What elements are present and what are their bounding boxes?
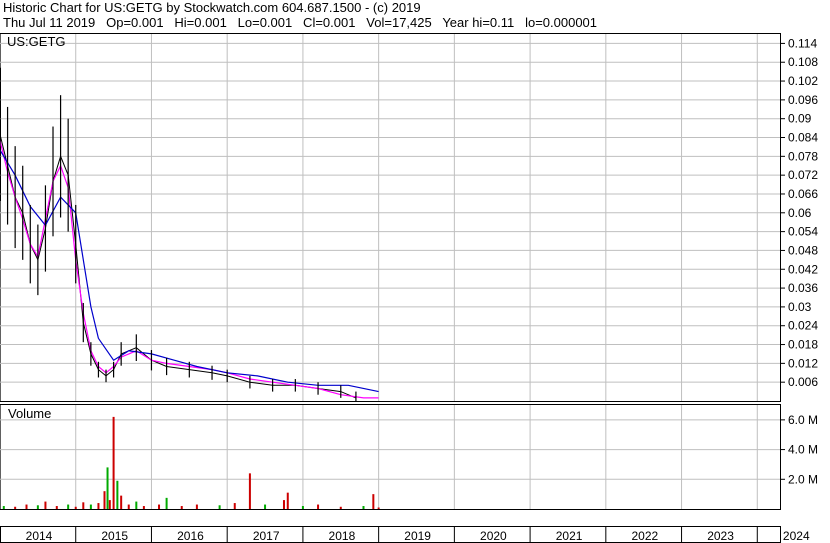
volume-bar (97, 503, 100, 509)
price-tick-label: 0.078 (788, 149, 818, 163)
volume-bar (264, 504, 267, 509)
price-panel-title: US:GETG (7, 34, 66, 49)
price-tick-label: 0.102 (788, 74, 818, 88)
volume-bar (106, 467, 109, 509)
volume-bar (44, 501, 47, 509)
volume-bar (55, 506, 58, 509)
volume-bar (377, 507, 380, 509)
price-axis: 0.114 0.108 0.102 0.096 0.09 0.084 0.078 0.072 0… (780, 36, 818, 389)
volume-bar (180, 506, 183, 509)
x-tick-label: 2018 (329, 529, 356, 543)
volume-bar (218, 505, 221, 509)
price-tick-label: 0.048 (788, 243, 818, 257)
price-tick-label: 0.114 (788, 36, 817, 50)
x-tick-label: 2020 (480, 529, 507, 543)
volume-bar (2, 506, 5, 509)
volume-bar (82, 502, 85, 509)
volume-bar (116, 480, 119, 509)
volume-bar (286, 492, 289, 509)
volume-bar (25, 504, 28, 509)
volume-bar (362, 506, 365, 509)
volume-bar (112, 416, 115, 509)
volume-bar (282, 500, 285, 509)
x-tick-label: 2019 (404, 529, 431, 543)
price-tick-label: 0.084 (788, 131, 818, 145)
volume-bar (248, 473, 251, 509)
volume-panel-title: Volume (8, 406, 51, 421)
price-tick-label: 0.036 (788, 281, 818, 295)
volume-bar (103, 491, 106, 509)
volume-bar (165, 497, 168, 509)
volume-tick-label: 4.0 M (788, 443, 818, 457)
chart-page: Historic Chart for US:GETG by Stockwatch… (0, 0, 830, 543)
stock-chart: 0.114 0.108 0.102 0.096 0.09 0.084 0.078 0.072 0… (0, 33, 818, 543)
price-tick-label: 0.006 (788, 375, 818, 389)
price-panel-frame (0, 33, 781, 402)
volume-bar (158, 504, 161, 509)
price-tick-label: 0.03 (788, 300, 812, 314)
x-tick-label: 2023 (707, 529, 734, 543)
volume-bar (67, 504, 70, 509)
x-tick-label: 2021 (556, 529, 583, 543)
price-tick-label: 0.09 (788, 112, 812, 126)
x-tick-label: 2022 (631, 529, 658, 543)
volume-bar (120, 495, 123, 509)
volume-bar (89, 504, 92, 509)
volume-bar (233, 503, 236, 509)
price-tick-label: 0.018 (788, 338, 818, 352)
volume-bar (195, 504, 198, 509)
x-tick-label: 2016 (177, 529, 204, 543)
volume-bar (339, 506, 342, 509)
volume-tick-label: 6.0 M (788, 413, 818, 427)
volume-bar (317, 504, 320, 509)
price-tick-label: 0.024 (788, 319, 818, 333)
price-tick-label: 0.066 (788, 187, 818, 201)
price-tick-label: 0.108 (788, 55, 818, 69)
volume-bar (36, 505, 39, 509)
volume-bar (142, 506, 145, 509)
volume-bar (74, 506, 77, 509)
volume-axis: 6.0 M 4.0 M 2.0 M (780, 413, 818, 486)
volume-bar (14, 506, 17, 509)
price-tick-label: 0.06 (788, 206, 812, 220)
x-tick-label: 2024 (783, 529, 810, 543)
price-tick-label: 0.054 (788, 225, 818, 239)
volume-bar (127, 504, 130, 509)
volume-tick-label: 2.0 M (788, 472, 818, 486)
price-tick-label: 0.042 (788, 262, 818, 276)
price-tick-label: 0.072 (788, 168, 818, 182)
x-tick-label: 2014 (26, 529, 53, 543)
price-tick-label: 0.012 (788, 356, 818, 370)
x-tick-label: 2017 (253, 529, 280, 543)
volume-bar (372, 494, 375, 509)
volume-bar (108, 500, 111, 509)
volume-bar (135, 501, 138, 509)
x-tick-label: 2015 (101, 529, 128, 543)
volume-bar (301, 506, 304, 509)
price-tick-label: 0.096 (788, 93, 818, 107)
